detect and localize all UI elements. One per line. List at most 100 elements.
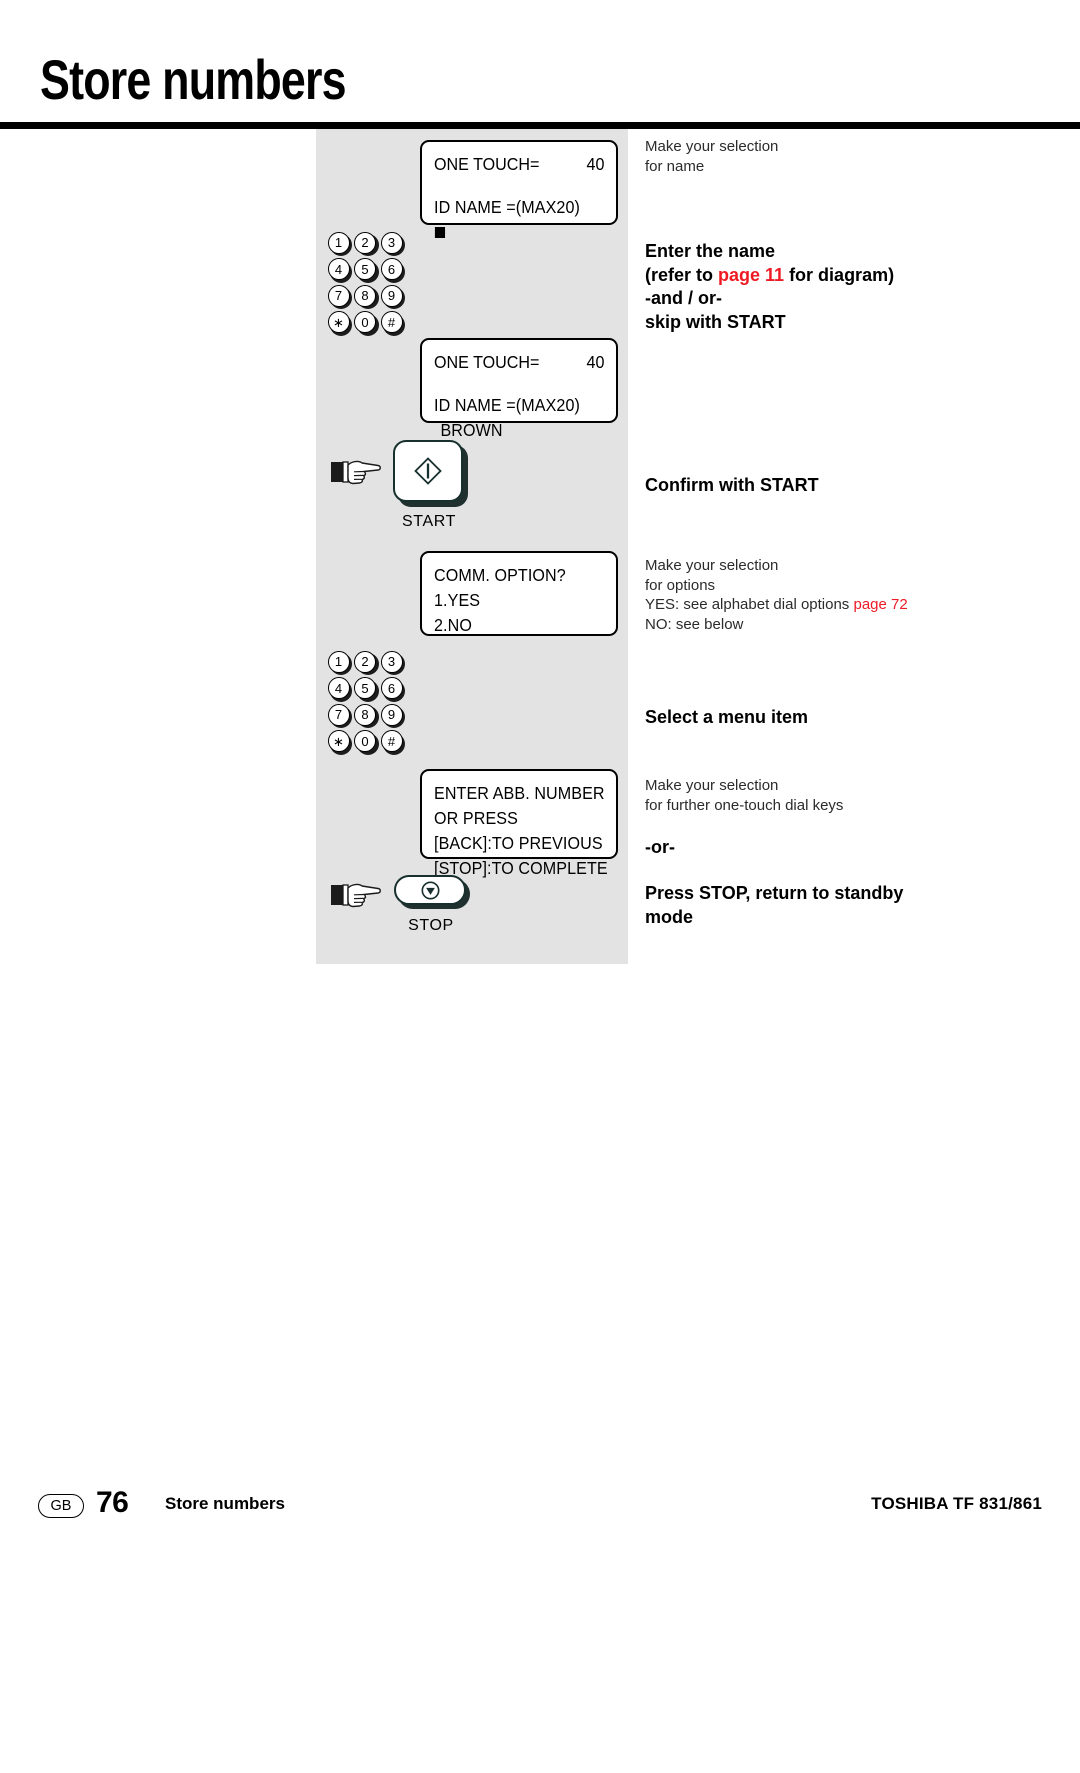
- keypad-row: 1 2 3: [327, 231, 407, 258]
- key-label: ∗: [327, 311, 350, 333]
- key-6[interactable]: 6: [380, 677, 407, 704]
- instruction-press-stop: Press STOP, return to standby mode: [645, 883, 904, 927]
- lcd2-label: ONE TOUCH=: [434, 352, 540, 372]
- lcd2-line3: BROWN: [440, 420, 503, 440]
- key-label: 5: [354, 258, 376, 280]
- key-1[interactable]: 1: [327, 231, 354, 258]
- key-asterisk[interactable]: ∗: [327, 730, 354, 757]
- key-hash[interactable]: #: [380, 730, 407, 757]
- lcd4-line1: ENTER ABB. NUMBER: [434, 783, 605, 803]
- key-9[interactable]: 9: [380, 703, 407, 730]
- key-4[interactable]: 4: [327, 677, 354, 704]
- instruction-refer-suffix: for diagram): [784, 264, 895, 285]
- lcd3-line3: 2.NO: [434, 615, 472, 635]
- key-label: #: [380, 730, 403, 752]
- key-asterisk[interactable]: ∗: [327, 311, 354, 338]
- lcd1-line2: ID NAME =(MAX20): [434, 197, 580, 217]
- note-options-no: NO: see below: [645, 615, 744, 633]
- start-button-cap[interactable]: [393, 440, 463, 502]
- footer-section-title: Store numbers: [165, 1494, 285, 1513]
- text-cursor-icon: [434, 227, 446, 238]
- note-make-selection-name: Make your selection for name: [645, 138, 779, 175]
- key-label: 1: [327, 231, 350, 254]
- stop-button-cap[interactable]: [394, 875, 466, 905]
- note-further-one-touch: Make your selection for further one-touc…: [645, 777, 844, 814]
- keypad-row: 7 8 9: [327, 703, 407, 730]
- link-page-11[interactable]: page 11: [718, 265, 784, 285]
- key-label: 4: [327, 677, 350, 699]
- instruction-skip-start: skip with START: [645, 311, 786, 332]
- key-hash[interactable]: #: [380, 311, 407, 338]
- lcd1-value: 40: [586, 154, 604, 174]
- keypad-row: 4 5 6: [327, 677, 407, 704]
- key-8[interactable]: 8: [354, 703, 381, 730]
- numeric-keypad-menu-select[interactable]: 1 2 3 4 5 6 7 8 9 ∗ 0 #: [327, 650, 407, 756]
- lcd-display-enter-abb-number: ENTER ABB. NUMBER OR PRESS [BACK]:TO PRE…: [420, 769, 618, 878]
- key-5[interactable]: 5: [354, 677, 381, 704]
- key-label: 7: [327, 703, 350, 726]
- key-4[interactable]: 4: [327, 258, 354, 285]
- lcd2-row-one-touch: ONE TOUCH= 40: [434, 350, 604, 375]
- instruction-and-or: -and / or-: [645, 288, 722, 308]
- key-label: 4: [327, 258, 350, 280]
- key-0[interactable]: 0: [354, 311, 381, 338]
- instruction-enter-name: Enter the name (refer to page 11 for diag…: [645, 240, 975, 334]
- key-label: 6: [380, 258, 403, 280]
- key-7[interactable]: 7: [327, 284, 354, 311]
- key-label: 9: [380, 703, 403, 726]
- instruction-enter-name-line1: Enter the name: [645, 241, 776, 261]
- instruction-select-menu-item: Select a menu item: [645, 707, 809, 727]
- instruction-refer-prefix: (refer to: [645, 264, 719, 285]
- diamond-start-icon: [414, 457, 442, 485]
- key-label: #: [380, 311, 403, 333]
- key-label: 2: [354, 650, 376, 673]
- start-button-caption: START: [402, 513, 456, 530]
- lcd4-line3: [BACK]:TO PREVIOUS: [434, 833, 603, 853]
- lcd3-line2: 1.YES: [434, 590, 481, 610]
- note-options-line2: for options: [645, 576, 716, 594]
- instruction-or: -or-: [645, 837, 675, 857]
- region-badge: GB: [38, 1494, 84, 1518]
- lcd1-label: ONE TOUCH=: [434, 154, 540, 174]
- pointing-hand-icon: [331, 878, 383, 912]
- key-3[interactable]: 3: [380, 231, 407, 258]
- link-page-72[interactable]: page 72: [853, 596, 907, 613]
- key-2[interactable]: 2: [354, 231, 381, 258]
- page-number: 76: [96, 1486, 129, 1519]
- title-divider: [0, 122, 1080, 129]
- key-8[interactable]: 8: [354, 284, 381, 311]
- keypad-row: ∗ 0 #: [327, 730, 407, 757]
- key-label: 3: [380, 231, 403, 254]
- key-label: 5: [354, 677, 376, 699]
- key-6[interactable]: 6: [380, 258, 407, 285]
- key-label: 1: [327, 650, 350, 673]
- key-label: 7: [327, 284, 350, 307]
- key-0[interactable]: 0: [354, 730, 381, 757]
- page-title: Store numbers: [40, 48, 347, 111]
- key-7[interactable]: 7: [327, 703, 354, 730]
- lcd2-value: 40: [586, 352, 604, 372]
- key-1[interactable]: 1: [327, 650, 354, 677]
- note-options-yes-prefix: YES: see alphabet dial options: [645, 596, 854, 613]
- key-label: 8: [354, 703, 376, 726]
- keypad-row: 4 5 6: [327, 258, 407, 285]
- footer-model: TOSHIBA TF 831/861: [871, 1494, 1042, 1513]
- lcd-display-comm-option: COMM. OPTION? 1.YES 2.NO: [420, 551, 618, 636]
- key-5[interactable]: 5: [354, 258, 381, 285]
- key-label: 0: [354, 730, 376, 752]
- note-options: Make your selection for options YES: see a…: [645, 556, 975, 634]
- numeric-keypad-name-entry[interactable]: 1 2 3 4 5 6 7 8 9 ∗ 0 #: [327, 231, 407, 337]
- lcd4-line2: OR PRESS: [434, 808, 518, 828]
- lcd-display-one-touch-brown: ONE TOUCH= 40 ID NAME =(MAX20) BROWN: [420, 338, 618, 440]
- keypad-row: 7 8 9: [327, 284, 407, 311]
- key-2[interactable]: 2: [354, 650, 381, 677]
- instruction-confirm-start: Confirm with START: [645, 475, 819, 495]
- key-3[interactable]: 3: [380, 650, 407, 677]
- stop-button-caption: STOP: [408, 917, 454, 934]
- keypad-row: ∗ 0 #: [327, 311, 407, 338]
- lcd2-line2: ID NAME =(MAX20): [434, 395, 580, 415]
- lcd1-spacer: [434, 177, 604, 195]
- key-9[interactable]: 9: [380, 284, 407, 311]
- lcd-display-one-touch-empty: ONE TOUCH= 40 ID NAME =(MAX20): [420, 140, 618, 238]
- note-options-line1: Make your selection: [645, 557, 779, 574]
